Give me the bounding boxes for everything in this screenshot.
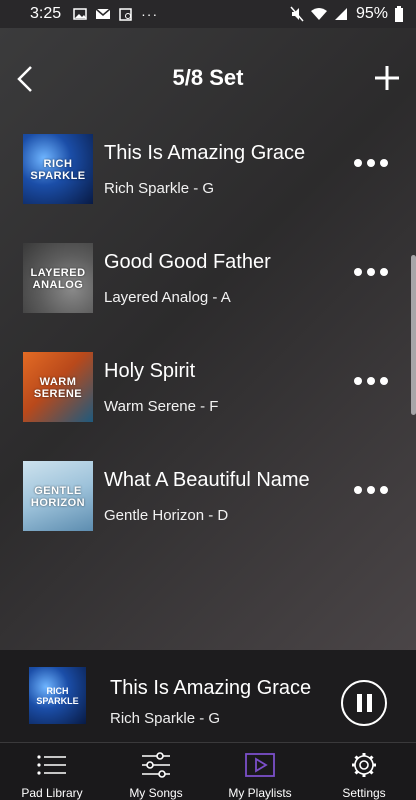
song-subtitle: Gentle Horizon - D bbox=[104, 507, 229, 524]
song-subtitle: Warm Serene - F bbox=[104, 398, 219, 415]
battery-level: 95% bbox=[355, 5, 388, 22]
now-playing-subtitle: Rich Sparkle - G bbox=[110, 710, 221, 727]
tab-my-playlists[interactable]: My Playlists bbox=[208, 743, 312, 800]
status-time: 3:25 bbox=[30, 5, 62, 22]
song-title: Good Good Father bbox=[104, 251, 271, 273]
pause-icon bbox=[356, 694, 362, 712]
more-options-icon[interactable] bbox=[354, 377, 388, 385]
more-options-icon[interactable] bbox=[354, 486, 388, 494]
notification-icons: ··· bbox=[73, 6, 158, 22]
playlist-view: 5/8 Set RICH SPARKLE This Is Amazing Gra… bbox=[0, 28, 416, 650]
album-art: GENTLE HORIZON bbox=[23, 461, 93, 531]
tab-label: Settings bbox=[342, 786, 386, 800]
scrollbar-handle[interactable] bbox=[411, 255, 416, 415]
song-title: What A Beautiful Name bbox=[104, 469, 310, 491]
song-row[interactable]: LAYERED ANALOG Good Good Father Layered … bbox=[0, 243, 416, 343]
page-title: 5/8 Set bbox=[172, 65, 244, 90]
album-art-label: LAYERED ANALOG bbox=[30, 267, 86, 291]
status-bar: 3:25 ··· 95% bbox=[0, 0, 416, 28]
album-art-label: WARM SERENE bbox=[33, 376, 83, 400]
mail-icon bbox=[95, 8, 111, 19]
tab-label: My Songs bbox=[129, 786, 183, 800]
album-art: WARM SERENE bbox=[23, 352, 93, 422]
more-options-icon[interactable] bbox=[354, 159, 388, 167]
album-art-label: GENTLE HORIZON bbox=[30, 485, 86, 509]
now-playing-title: This Is Amazing Grace bbox=[110, 677, 312, 699]
gear-icon bbox=[352, 753, 376, 777]
wifi-icon bbox=[310, 8, 327, 20]
song-subtitle: Layered Analog - A bbox=[104, 289, 231, 306]
more-notifications-icon: ··· bbox=[141, 6, 159, 22]
header: 5/8 Set bbox=[0, 28, 416, 128]
calendar-search-icon bbox=[119, 8, 132, 21]
song-subtitle: Rich Sparkle - G bbox=[104, 180, 215, 197]
song-title: This Is Amazing Grace bbox=[104, 142, 306, 164]
tab-my-songs[interactable]: My Songs bbox=[104, 743, 208, 800]
more-options-icon[interactable] bbox=[354, 268, 388, 276]
now-playing-bar[interactable]: RICH SPARKLE This Is Amazing Grace Rich … bbox=[0, 650, 416, 742]
battery-icon bbox=[395, 6, 403, 22]
tab-label: Pad Library bbox=[21, 786, 83, 800]
album-art: RICH SPARKLE bbox=[23, 134, 93, 204]
song-title: Holy Spirit bbox=[104, 360, 196, 382]
song-row[interactable]: GENTLE HORIZON What A Beautiful Name Gen… bbox=[0, 461, 416, 561]
album-art: LAYERED ANALOG bbox=[23, 243, 93, 313]
bottom-tab-bar: Pad Library My Songs My Playlists Settin… bbox=[0, 742, 416, 800]
album-art-label: RICH SPARKLE bbox=[36, 686, 79, 706]
mute-icon bbox=[290, 6, 304, 22]
song-row[interactable]: WARM SERENE Holy Spirit Warm Serene - F bbox=[0, 352, 416, 452]
now-playing-art: RICH SPARKLE bbox=[29, 667, 86, 724]
list-icon bbox=[37, 755, 66, 775]
tab-settings[interactable]: Settings bbox=[312, 743, 416, 800]
signal-icon bbox=[334, 8, 347, 20]
song-row[interactable]: RICH SPARKLE This Is Amazing Grace Rich … bbox=[0, 134, 416, 234]
tab-label: My Playlists bbox=[228, 786, 292, 800]
sliders-icon bbox=[142, 752, 170, 778]
tab-pad-library[interactable]: Pad Library bbox=[0, 743, 104, 800]
album-art-label: RICH SPARKLE bbox=[30, 158, 86, 182]
image-icon bbox=[73, 8, 87, 20]
pause-button[interactable] bbox=[341, 680, 387, 726]
play-box-icon bbox=[245, 753, 275, 777]
add-icon[interactable] bbox=[374, 65, 400, 91]
